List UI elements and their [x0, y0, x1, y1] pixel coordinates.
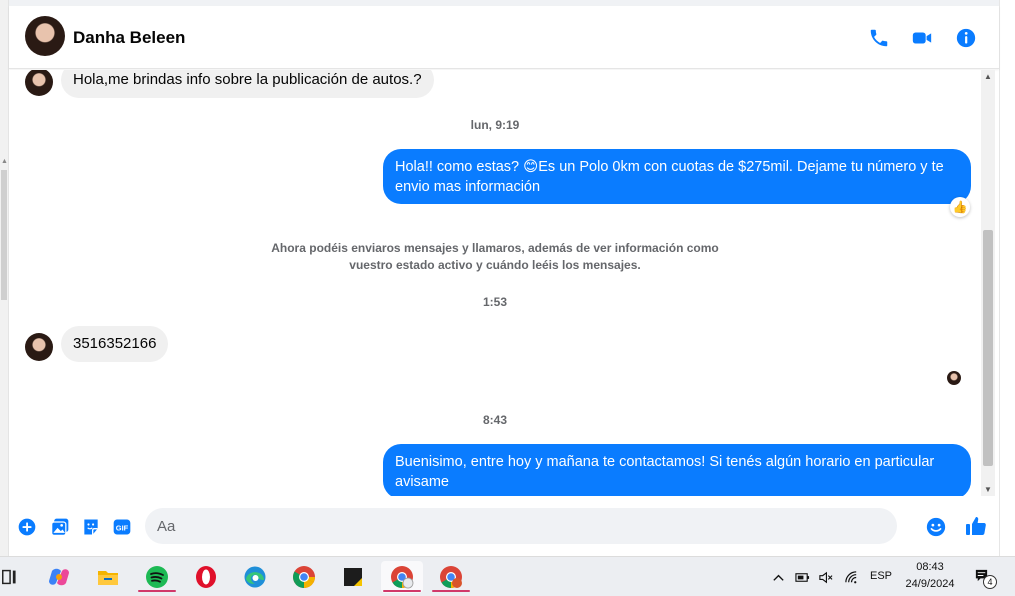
page: ▲ Danha Beleen Hola,me brindas info sobr… — [0, 0, 1015, 596]
battery-icon[interactable] — [794, 569, 810, 585]
scroll-up-arrow[interactable]: ▲ — [1, 158, 8, 165]
sticky-notes-icon[interactable] — [332, 561, 374, 593]
message-scrollbar-thumb[interactable] — [983, 230, 993, 466]
chrome-profile-icon[interactable] — [381, 561, 423, 593]
notification-count-badge: 4 — [983, 575, 997, 589]
message-input[interactable] — [145, 508, 897, 544]
file-explorer-icon[interactable] — [87, 561, 129, 593]
windows-taskbar: ESP 08:43 24/9/2024 4 — [0, 556, 1015, 596]
video-call-icon[interactable] — [910, 26, 934, 50]
scroll-down-icon[interactable]: ▼ — [984, 485, 992, 494]
outgoing-message[interactable]: Hola!! como estas? 😊Es un Polo 0km con c… — [383, 149, 971, 204]
input-language[interactable]: ESP — [870, 570, 892, 582]
incoming-message[interactable]: 3516352166 — [61, 326, 169, 362]
timestamp: lun, 9:19 — [470, 118, 520, 132]
wifi-icon[interactable] — [843, 569, 859, 585]
timestamp: 8:43 — [482, 413, 508, 427]
timestamp: 1:53 — [482, 295, 508, 309]
outgoing-message[interactable]: Buenisimo, entre hoy y mañana te contact… — [383, 444, 971, 496]
composer: GIF — [9, 496, 999, 556]
thumbs-up-reaction-icon[interactable]: 👍 — [950, 197, 970, 217]
incoming-message[interactable]: Hola,me brindas info sobre la publicació… — [61, 70, 434, 98]
opera-icon[interactable] — [185, 561, 227, 593]
running-indicator — [383, 590, 421, 592]
add-plus-icon[interactable] — [16, 516, 38, 538]
notice-line: vuestro estado activo y cuándo leéis los… — [349, 258, 641, 272]
scroll-up-icon[interactable]: ▲ — [984, 72, 992, 81]
outgoing-message-line: avisame — [395, 474, 449, 490]
connection-notice: Ahora podéis enviaros mensajes y llamaro… — [259, 240, 731, 274]
sticker-icon[interactable] — [80, 516, 102, 538]
page-scrollbar[interactable] — [999, 0, 1015, 556]
contact-avatar[interactable] — [25, 16, 65, 56]
copilot-icon[interactable] — [38, 561, 80, 593]
chrome-profile-2-icon[interactable] — [430, 561, 472, 593]
task-view-icon[interactable] — [0, 561, 22, 593]
gif-icon[interactable]: GIF — [111, 516, 133, 538]
sender-avatar[interactable] — [25, 70, 53, 96]
outgoing-message-line: Hola!! como estas? 😊Es un Polo 0km con c… — [395, 159, 944, 175]
message-scrollbar[interactable]: ▲ ▼ — [981, 70, 995, 496]
show-hidden-icons-chevron-icon[interactable] — [770, 569, 786, 585]
left-scrollbar[interactable]: ▲ — [0, 0, 9, 556]
running-indicator — [138, 590, 176, 592]
outgoing-message-line: envio mas información — [395, 179, 541, 195]
chat-header: Danha Beleen — [9, 6, 999, 69]
notice-line: Ahora podéis enviaros mensajes y llamaro… — [271, 241, 719, 255]
left-scrollbar-thumb[interactable] — [1, 170, 7, 300]
seen-receipt-avatar — [947, 371, 961, 385]
message-list[interactable]: Hola,me brindas info sobre la publicació… — [9, 70, 981, 496]
thumbs-up-send-icon[interactable] — [964, 514, 988, 538]
chrome-icon[interactable] — [283, 561, 325, 593]
sender-avatar[interactable] — [25, 333, 53, 361]
outgoing-message-line: Buenisimo, entre hoy y mañana te contact… — [395, 454, 935, 470]
emoji-icon[interactable] — [925, 516, 947, 538]
clock-date[interactable]: 24/9/2024 — [900, 578, 960, 590]
photo-gallery-icon[interactable] — [49, 516, 71, 538]
volume-muted-icon[interactable] — [817, 569, 833, 585]
contact-name[interactable]: Danha Beleen — [73, 28, 185, 48]
running-indicator — [432, 590, 470, 592]
phone-call-icon[interactable] — [867, 26, 891, 50]
clock-time[interactable]: 08:43 — [904, 561, 956, 573]
edge-icon[interactable] — [234, 561, 276, 593]
gif-label: GIF — [116, 523, 129, 532]
spotify-icon[interactable] — [136, 561, 178, 593]
info-icon[interactable] — [954, 26, 978, 50]
